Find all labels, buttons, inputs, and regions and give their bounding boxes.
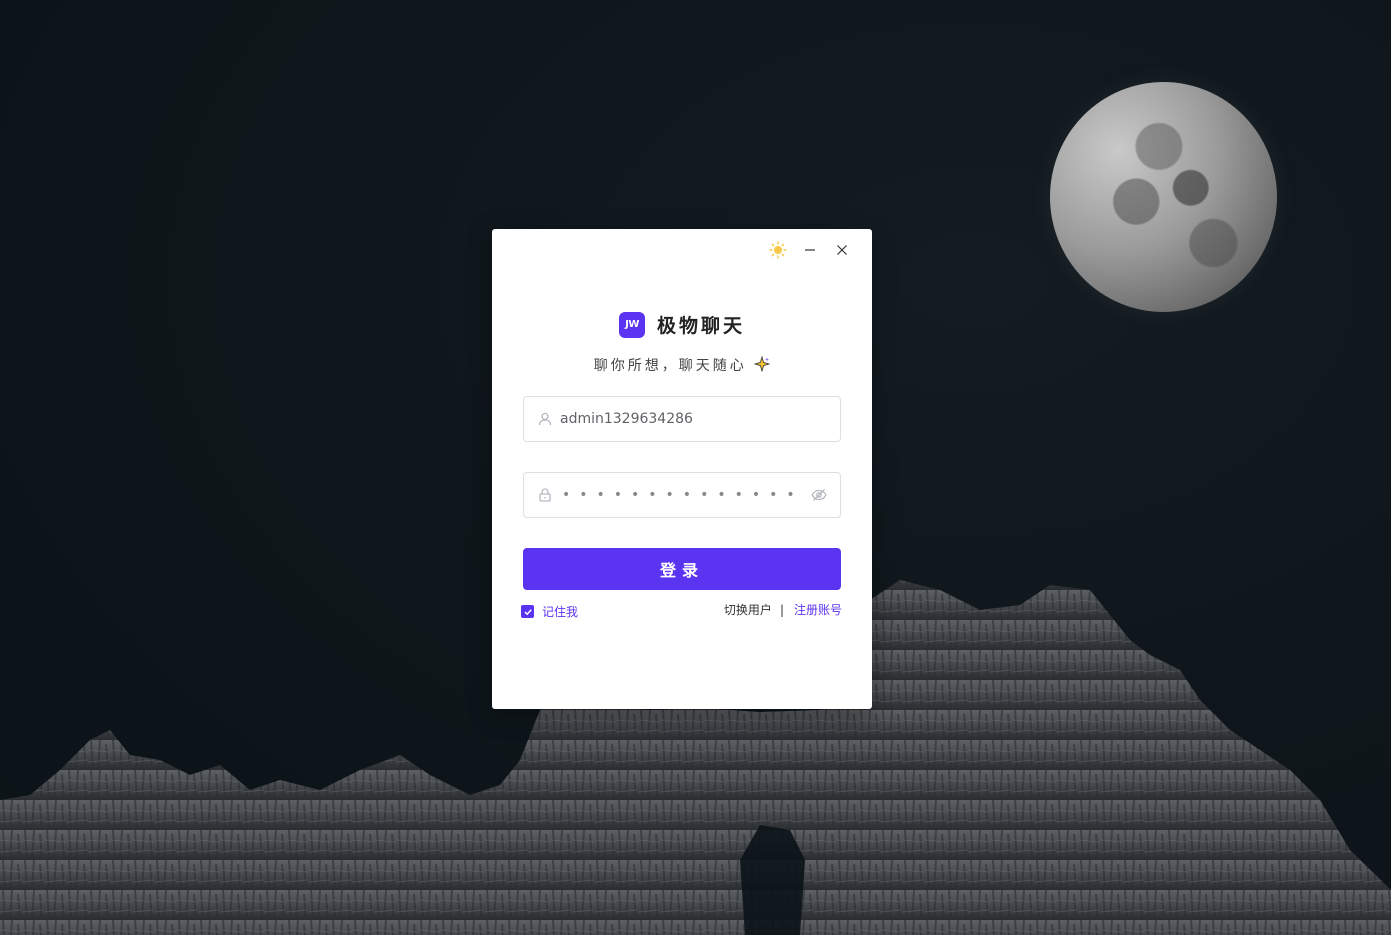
username-field[interactable] (523, 396, 841, 442)
slogan-text: 聊你所想，聊天随心 (593, 358, 747, 374)
login-window: JW 极物聊天 聊你所想，聊天随心 admin1329634286 ••••••… (492, 229, 872, 709)
remember-me-label: 记住我 (542, 605, 579, 619)
checkbox-checked-icon[interactable] (521, 605, 534, 618)
slogan: 聊你所想，聊天随心 (492, 355, 872, 375)
window-controls (762, 239, 858, 261)
sun-icon (769, 241, 787, 259)
app-logo: JW (618, 311, 645, 338)
minimize-icon (804, 244, 816, 256)
brand-header: JW 极物聊天 (492, 311, 872, 338)
eye-off-icon[interactable] (810, 488, 828, 502)
link-divider: | (779, 602, 784, 617)
account-links: 切换用户 | 注册账号 (724, 601, 842, 618)
username-input[interactable] (560, 397, 828, 441)
register-link[interactable]: 注册账号 (794, 601, 842, 618)
sparkle-icon (753, 355, 771, 374)
desktop-background: JW 极物聊天 聊你所想，聊天随心 admin1329634286 ••••••… (0, 0, 1391, 935)
theme-toggle-button[interactable] (762, 239, 794, 261)
logo-text: JW (625, 319, 639, 330)
user-icon (536, 412, 554, 426)
switch-user-link[interactable]: 切换用户 (724, 601, 772, 618)
moon-image (1050, 82, 1277, 312)
login-button[interactable]: 登录 (523, 548, 841, 590)
lock-icon (536, 488, 554, 502)
app-title: 极物聊天 (656, 315, 745, 337)
minimize-button[interactable] (794, 239, 826, 261)
remember-me-checkbox[interactable]: 记住我 (521, 603, 578, 620)
close-icon (836, 244, 848, 256)
password-input[interactable]: •••••••••••••• (560, 487, 810, 503)
close-button[interactable] (826, 239, 858, 261)
password-field[interactable]: •••••••••••••• (523, 472, 841, 518)
